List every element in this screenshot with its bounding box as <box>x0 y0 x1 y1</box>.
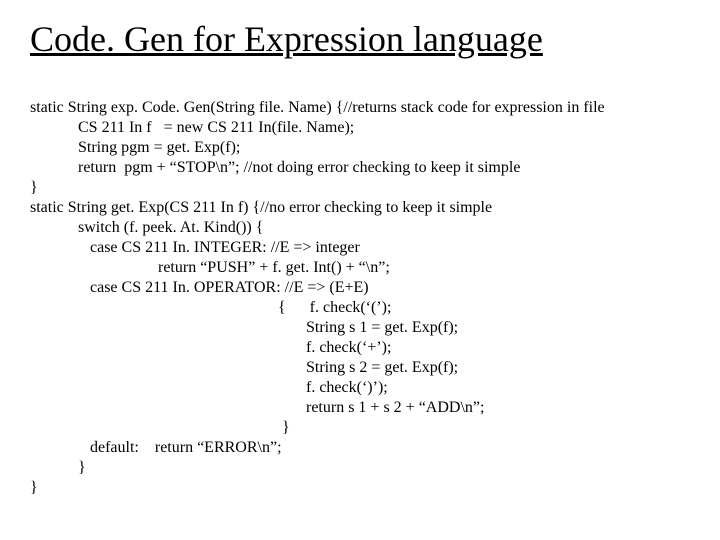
code-line: f. check(‘)’); <box>30 379 388 396</box>
code-line: default: return “ERROR\n”; <box>30 439 282 456</box>
code-line: case CS 211 In. INTEGER: //E => integer <box>30 239 360 256</box>
code-line: } <box>30 179 38 196</box>
code-block: static String exp. Code. Gen(String file… <box>30 78 690 498</box>
code-line: { f. check(‘(’); <box>30 299 391 316</box>
code-line: case CS 211 In. OPERATOR: //E => (E+E) <box>30 279 369 296</box>
code-line: static String get. Exp(CS 211 In f) {//n… <box>30 199 492 216</box>
code-line: } <box>30 479 38 496</box>
code-line: f. check(‘+’); <box>30 339 391 356</box>
code-line: static String exp. Code. Gen(String file… <box>30 99 605 116</box>
code-line: String s 2 = get. Exp(f); <box>30 359 458 376</box>
code-line: } <box>30 419 290 436</box>
code-line: String pgm = get. Exp(f); <box>30 139 240 156</box>
code-line: return s 1 + s 2 + “ADD\n”; <box>30 399 484 416</box>
code-line: } <box>30 459 86 476</box>
slide: Code. Gen for Expression language static… <box>0 0 720 516</box>
code-line: String s 1 = get. Exp(f); <box>30 319 458 336</box>
code-line: return “PUSH” + f. get. Int() + “\n”; <box>30 259 390 276</box>
code-line: return pgm + “STOP\n”; //not doing error… <box>30 159 520 176</box>
page-title: Code. Gen for Expression language <box>30 18 690 60</box>
code-line: switch (f. peek. At. Kind()) { <box>30 219 263 236</box>
code-line: CS 211 In f = new CS 211 In(file. Name); <box>30 119 354 136</box>
